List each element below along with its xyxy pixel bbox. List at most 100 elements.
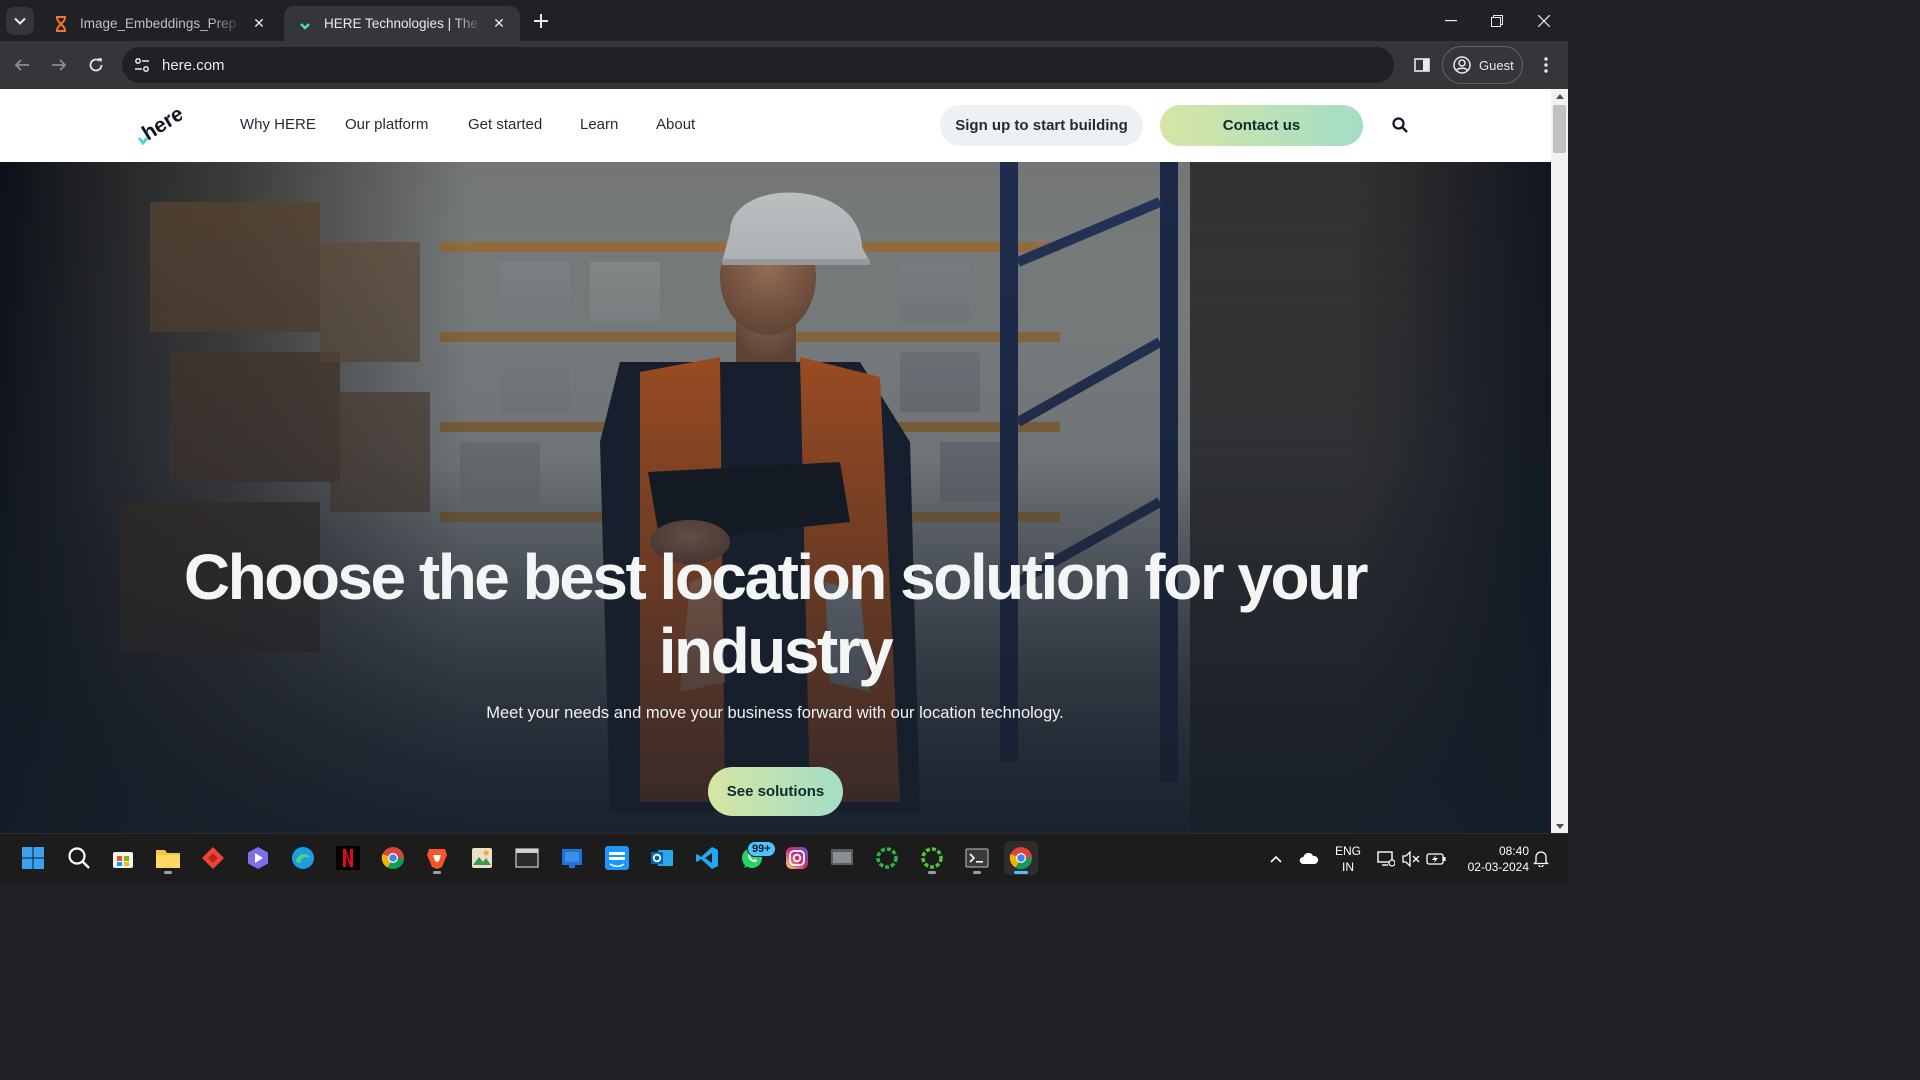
tab-jupyter[interactable]: Image_Embeddings_Prep - Jupyter ✕	[40, 6, 280, 41]
outlook-app[interactable]	[645, 841, 679, 875]
photos-app[interactable]	[465, 841, 499, 875]
terminal-window-app[interactable]	[510, 841, 544, 875]
plus-icon	[534, 14, 548, 28]
arrow-left-icon	[14, 59, 29, 71]
scroll-up-arrow-icon[interactable]	[1551, 89, 1568, 103]
tab-title: Image_Embeddings_Prep - Jupyter	[80, 16, 244, 31]
close-tab-icon[interactable]: ✕	[490, 15, 508, 33]
instagram-app[interactable]	[780, 841, 814, 875]
chrome-icon	[381, 847, 404, 869]
search-icon	[68, 847, 90, 869]
web-page: here Why HERE Our platform Get started L…	[0, 89, 1568, 833]
edge-app[interactable]	[286, 841, 320, 875]
show-hidden-icons-button[interactable]	[1264, 834, 1288, 883]
nav-learn[interactable]: Learn	[580, 116, 618, 133]
taskbar-search-button[interactable]	[62, 841, 96, 875]
region-code: IN	[1342, 860, 1354, 874]
restore-button[interactable]	[1474, 0, 1520, 41]
file-explorer-app[interactable]	[151, 841, 185, 875]
forward-button[interactable]	[45, 51, 73, 79]
nav-about[interactable]: About	[656, 116, 695, 133]
chrome-app[interactable]	[376, 841, 410, 875]
scroll-down-arrow-icon[interactable]	[1551, 819, 1568, 833]
window-icon	[515, 848, 539, 868]
tab-title: HERE Technologies | The world's	[324, 16, 484, 31]
nav-our-platform[interactable]: Our platform	[345, 116, 428, 133]
nav-get-started[interactable]: Get started	[468, 116, 542, 133]
blue-window-icon	[562, 849, 582, 868]
folder-icon	[156, 850, 180, 868]
brave-app[interactable]	[420, 841, 454, 875]
notifications-button[interactable]	[1530, 834, 1552, 883]
anydesk-app[interactable]	[196, 841, 230, 875]
netflix-app[interactable]	[331, 841, 365, 875]
whatsapp-badge: 99+	[747, 841, 776, 857]
windows-app[interactable]	[555, 841, 589, 875]
green-ring-icon	[876, 847, 898, 869]
tab-search-button[interactable]	[6, 7, 34, 35]
here-logo-icon: here	[137, 102, 188, 146]
microsoft-store-app[interactable]	[106, 841, 140, 875]
windows-logo-icon	[22, 847, 44, 869]
scroll-thumb[interactable]	[1553, 105, 1566, 153]
site-search-button[interactable]	[1388, 113, 1412, 137]
netflix-icon	[336, 846, 360, 870]
side-panel-button[interactable]	[1408, 51, 1436, 79]
restore-icon	[1491, 14, 1503, 27]
arrow-right-icon	[52, 59, 67, 71]
outlook-icon	[651, 850, 673, 866]
store-icon	[113, 852, 133, 868]
minimize-button[interactable]	[1428, 0, 1474, 41]
new-tab-button[interactable]	[528, 8, 554, 34]
page-scrollbar[interactable]	[1551, 89, 1568, 833]
prime-video-app[interactable]	[600, 841, 634, 875]
bell-icon	[1533, 851, 1549, 867]
hourglass-icon	[52, 15, 70, 33]
network-monitor-icon	[1377, 850, 1395, 867]
green-ring-icon	[921, 847, 943, 869]
network-button[interactable]	[1374, 834, 1398, 883]
start-button[interactable]	[16, 841, 50, 875]
close-window-button[interactable]	[1521, 0, 1567, 41]
battery-button[interactable]	[1424, 834, 1448, 883]
see-solutions-button[interactable]: See solutions	[708, 767, 843, 816]
close-icon	[1538, 14, 1550, 27]
here-logo[interactable]: here	[137, 102, 188, 146]
back-button[interactable]	[8, 51, 36, 79]
hexagon-app-icon	[248, 847, 268, 869]
terminal-icon	[965, 848, 989, 868]
running-indicator	[973, 871, 981, 874]
ring-app-1[interactable]	[870, 841, 904, 875]
address-bar[interactable]: here.com	[122, 47, 1394, 83]
tab-here[interactable]: HERE Technologies | The world's ✕	[284, 6, 520, 41]
browser-menu-button[interactable]	[1534, 51, 1558, 79]
contact-us-button[interactable]: Contact us	[1160, 105, 1363, 146]
ring-app-2[interactable]	[915, 841, 949, 875]
site-info-icon[interactable]	[124, 47, 160, 83]
command-prompt-app[interactable]	[960, 841, 994, 875]
onedrive-button[interactable]	[1296, 834, 1322, 883]
close-tab-icon[interactable]: ✕	[250, 15, 268, 33]
launcher-app[interactable]	[241, 841, 275, 875]
hero-subtitle: Meet your needs and move your business f…	[486, 704, 1064, 722]
volume-button[interactable]	[1399, 834, 1423, 883]
battery-charging-icon	[1426, 852, 1446, 865]
profile-button[interactable]: Guest	[1442, 46, 1523, 84]
signup-button[interactable]: Sign up to start building	[940, 105, 1143, 146]
system-clock[interactable]: 08:40 02-03-2024	[1455, 843, 1529, 875]
virtual-machine-app[interactable]	[825, 841, 859, 875]
browser-toolbar: here.com Guest	[0, 41, 1568, 89]
account-circle-icon	[1453, 56, 1471, 74]
vscode-app[interactable]	[690, 841, 724, 875]
minimize-icon	[1445, 19, 1457, 21]
nav-why-here[interactable]: Why HERE	[240, 116, 316, 133]
language-code: ENG	[1334, 844, 1361, 858]
running-indicator	[433, 871, 441, 874]
reload-button[interactable]	[82, 51, 110, 79]
windows-taskbar: 99+ ENG IN 08:40 02-03-2024	[0, 833, 1568, 882]
tab-strip: Image_Embeddings_Prep - Jupyter ✕ HERE T…	[0, 0, 1568, 41]
image-icon	[472, 848, 492, 868]
prime-video-icon	[605, 846, 629, 870]
language-indicator[interactable]: ENG IN	[1332, 843, 1364, 875]
chrome-active-app[interactable]	[1004, 841, 1038, 875]
